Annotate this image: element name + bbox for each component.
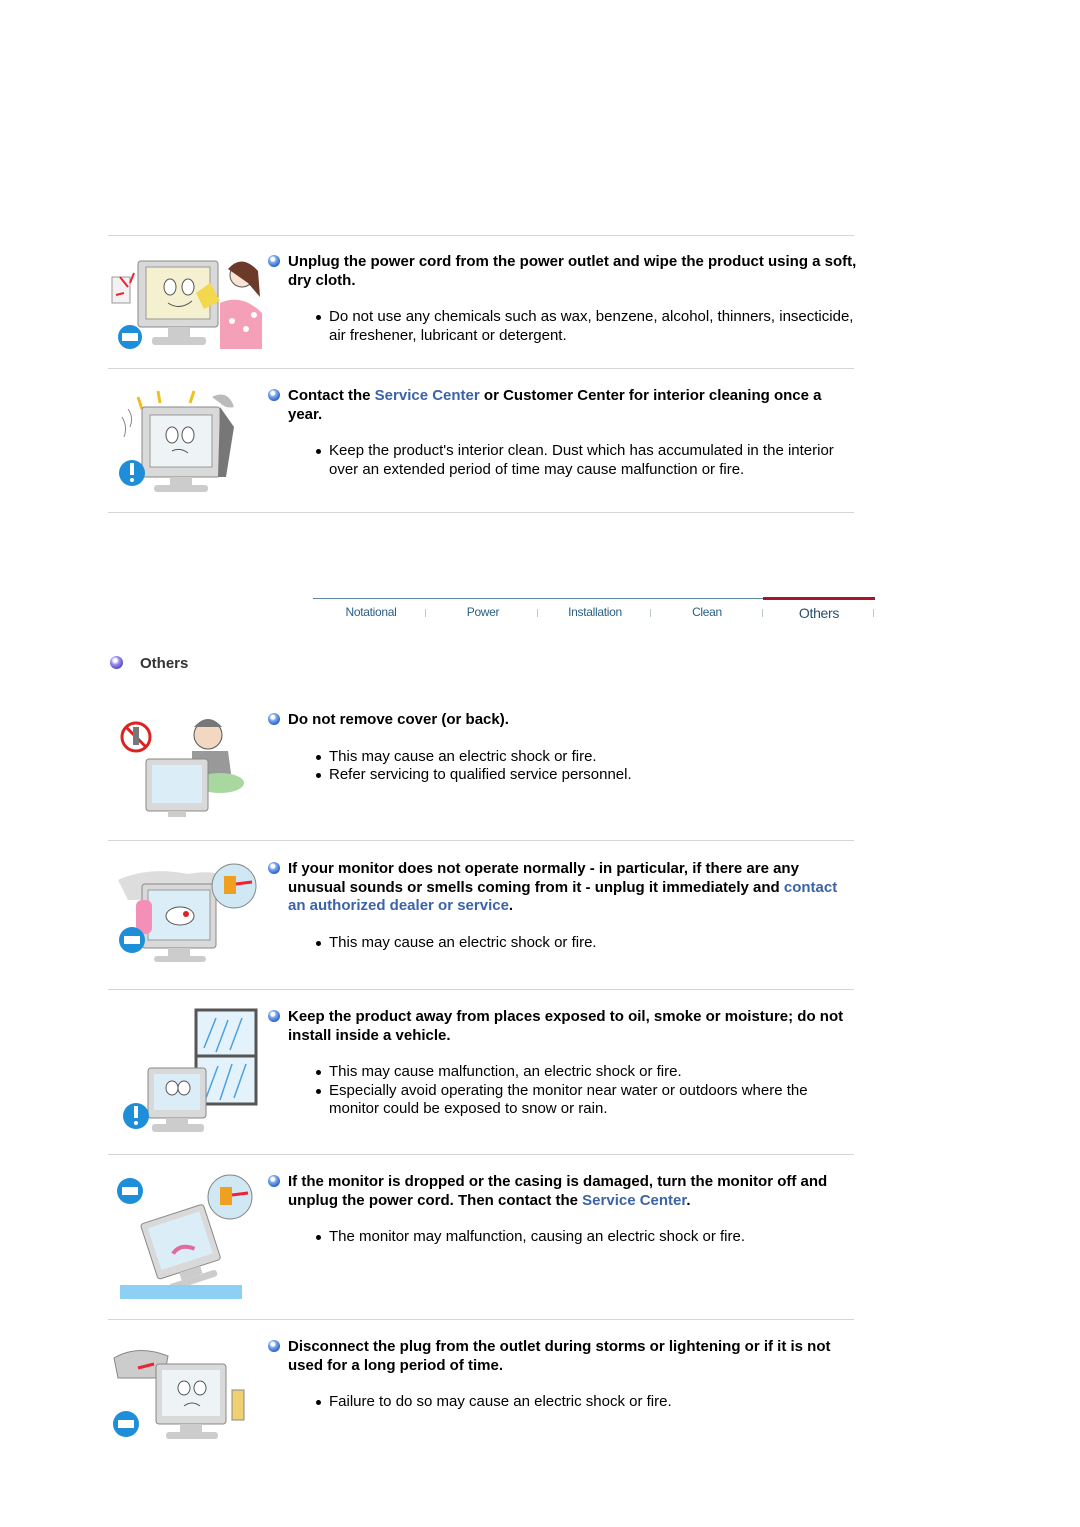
- tab-others[interactable]: Others: [763, 605, 875, 621]
- tab-bar-line: [313, 598, 763, 599]
- heading-text: Unplug the power cord from the power out…: [288, 253, 857, 289]
- blue-bullet-icon: [268, 862, 280, 874]
- abnormal-operation-unplug-illustration: [108, 860, 266, 965]
- list-item: Refer servicing to qualified service per…: [316, 766, 858, 785]
- item-heading: Do not remove cover (or back).: [268, 711, 858, 730]
- bullet-list: Do not use any chemicals such as wax, be…: [268, 308, 858, 345]
- divider: [108, 368, 854, 369]
- heading-text: Contact the: [288, 387, 375, 404]
- tab-divider: [537, 609, 538, 617]
- bullet-list: Failure to do so may cause an electric s…: [268, 1393, 858, 1412]
- list-item: This may cause an electric shock or fire…: [316, 934, 858, 953]
- service-center-link[interactable]: Service Center: [582, 1192, 686, 1209]
- section-tab-bar: Notational Power Installation Clean Othe…: [313, 597, 875, 628]
- blue-bullet-icon: [268, 389, 280, 401]
- divider: [108, 989, 854, 990]
- do-not-remove-cover-illustration: [108, 711, 266, 821]
- item-heading: Keep the product away from places expose…: [268, 1008, 858, 1045]
- tab-divider: [873, 609, 874, 617]
- heading-text: .: [508, 897, 514, 914]
- divider: [108, 512, 854, 513]
- tab-clean[interactable]: Clean: [651, 605, 763, 619]
- tab-installation[interactable]: Installation: [539, 605, 651, 619]
- list-item: Do not use any chemicals such as wax, be…: [316, 308, 858, 345]
- item-heading: If your monitor does not operate normall…: [268, 860, 858, 916]
- blue-bullet-icon: [268, 255, 280, 267]
- moisture-rain-window-illustration: [108, 1008, 266, 1136]
- section-heading: Others: [110, 655, 188, 672]
- item-heading: Unplug the power cord from the power out…: [268, 253, 858, 290]
- item-heading: Contact the Service Center or Customer C…: [268, 387, 858, 424]
- blue-bullet-icon: [268, 713, 280, 725]
- heading-text: Disconnect the plug from the outlet duri…: [288, 1338, 831, 1374]
- heading-text: .: [686, 1191, 691, 1209]
- tab-divider: [425, 609, 426, 617]
- active-tab-indicator: [763, 597, 875, 600]
- divider: [108, 1319, 854, 1320]
- monitor-interior-cleaning-warning-illustration: [108, 387, 266, 497]
- bullet-list: This may cause an electric shock or fire…: [268, 748, 858, 785]
- blue-bullet-icon: [268, 1010, 280, 1022]
- list-item: This may cause an electric shock or fire…: [316, 748, 858, 767]
- bullet-list: This may cause malfunction, an electric …: [268, 1063, 858, 1119]
- dropped-monitor-illustration: [108, 1173, 266, 1303]
- divider: [108, 840, 854, 841]
- list-item: Keep the product's interior clean. Dust …: [316, 442, 858, 479]
- tab-notational[interactable]: Notational: [315, 605, 427, 619]
- heading-text: Do not remove cover (or back).: [288, 711, 509, 728]
- tab-power[interactable]: Power: [427, 605, 539, 619]
- heading-text: Keep the product away from places expose…: [288, 1008, 844, 1044]
- list-item: Especially avoid operating the monitor n…: [316, 1082, 858, 1119]
- list-item: This may cause malfunction, an electric …: [316, 1063, 858, 1082]
- list-item: The monitor may malfunction, causing an …: [316, 1228, 858, 1247]
- section-title-text: Others: [140, 655, 189, 672]
- monitor-wiping-cloth-unplug-illustration: [108, 253, 266, 353]
- bullet-list: The monitor may malfunction, causing an …: [268, 1228, 858, 1247]
- storm-unplug-illustration: [108, 1338, 266, 1448]
- blue-bullet-icon: [268, 1340, 280, 1352]
- purple-orb-icon: [110, 656, 123, 669]
- divider: [108, 235, 854, 236]
- bullet-list: Keep the product's interior clean. Dust …: [268, 442, 858, 479]
- heading-text: If the monitor is dropped or the casing …: [288, 1173, 828, 1209]
- list-item: Failure to do so may cause an electric s…: [316, 1393, 858, 1412]
- service-center-link[interactable]: Service Center: [375, 387, 480, 404]
- item-heading: If the monitor is dropped or the casing …: [268, 1173, 858, 1210]
- divider: [108, 1154, 854, 1155]
- bullet-list: This may cause an electric shock or fire…: [268, 934, 858, 953]
- item-heading: Disconnect the plug from the outlet duri…: [268, 1338, 858, 1375]
- blue-bullet-icon: [268, 1175, 280, 1187]
- heading-text: If your monitor does not operate normall…: [288, 860, 799, 896]
